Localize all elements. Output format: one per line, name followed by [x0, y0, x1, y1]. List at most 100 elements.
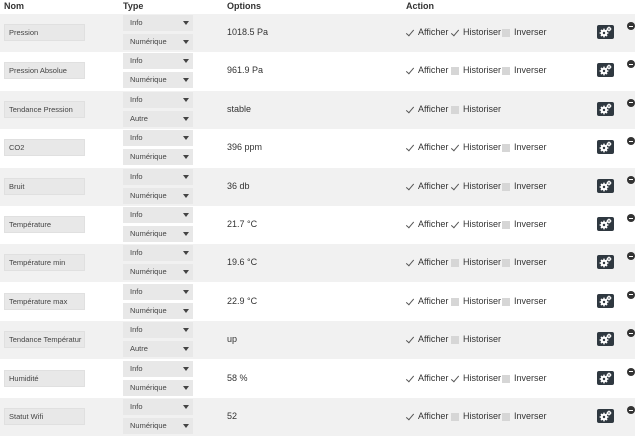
configure-button[interactable]	[597, 25, 614, 39]
configure-button[interactable]	[597, 409, 614, 423]
type-select[interactable]: Info	[123, 168, 193, 185]
subtype-select[interactable]: Numérique	[123, 187, 193, 204]
subtype-select-value: Numérique	[130, 229, 167, 238]
type-select[interactable]: Info	[123, 91, 193, 108]
table-row: Température Info Numérique 21.7 °C Afficher H…	[0, 206, 635, 244]
remove-button[interactable]	[627, 290, 635, 299]
type-select[interactable]: Info	[123, 130, 193, 147]
afficher-checkbox[interactable]	[406, 29, 414, 37]
historiser-checkbox[interactable]	[451, 29, 459, 37]
remove-button[interactable]	[627, 329, 635, 338]
subtype-select[interactable]: Numérique	[123, 226, 193, 242]
option-value: 58 %	[227, 372, 248, 383]
type-select-value: Info	[130, 210, 143, 219]
type-select[interactable]: Info	[123, 207, 193, 223]
command-name-input[interactable]: Tendance Températur	[4, 331, 85, 349]
chevron-down-icon	[183, 59, 189, 64]
command-name-input[interactable]: Pression Absolue	[4, 62, 85, 80]
remove-button[interactable]	[627, 367, 635, 376]
inverser-checkbox[interactable]	[502, 67, 510, 76]
afficher-checkbox[interactable]	[406, 221, 414, 229]
remove-button[interactable]	[627, 60, 635, 69]
configure-button[interactable]	[597, 63, 614, 78]
inverser-checkbox[interactable]	[502, 221, 510, 229]
inverser-checkbox[interactable]	[502, 182, 510, 191]
type-select[interactable]: Info	[123, 53, 193, 70]
command-name-input[interactable]: CO2	[4, 139, 85, 157]
table-row: Statut Wifi Info Numérique 52 Afficher Histor…	[0, 398, 635, 436]
type-select[interactable]: Info	[123, 245, 193, 262]
afficher-checkbox[interactable]	[406, 259, 414, 267]
type-select[interactable]: Info	[123, 360, 193, 377]
historiser-checkbox[interactable]	[451, 336, 459, 345]
historiser-checkbox[interactable]	[451, 297, 459, 306]
remove-button[interactable]	[627, 214, 635, 222]
remove-button[interactable]	[627, 137, 635, 146]
afficher-checkbox[interactable]	[406, 413, 414, 421]
option-value: 21.7 °C	[227, 219, 258, 229]
historiser-checkbox[interactable]	[451, 183, 459, 191]
inverser-checkbox[interactable]	[502, 29, 510, 37]
table-row: Température max Info Numérique 22.9 °C Affic…	[0, 282, 635, 321]
configure-button[interactable]	[597, 332, 614, 347]
afficher-checkbox[interactable]	[406, 298, 414, 306]
afficher-checkbox[interactable]	[406, 144, 414, 152]
command-name-input[interactable]: Tendance Pression	[4, 100, 85, 118]
remove-button[interactable]	[627, 98, 635, 107]
historiser-checkbox[interactable]	[451, 221, 459, 229]
subtype-select[interactable]: Numérique	[123, 302, 193, 319]
afficher-checkbox[interactable]	[406, 106, 414, 114]
remove-button[interactable]	[627, 252, 635, 261]
type-select[interactable]: Info	[123, 15, 193, 31]
configure-button[interactable]	[597, 140, 614, 155]
configure-button[interactable]	[597, 293, 614, 308]
historiser-checkbox[interactable]	[451, 375, 459, 383]
command-name-input[interactable]: Température	[4, 216, 85, 233]
subtype-select[interactable]: Numérique	[123, 72, 193, 89]
subtype-select[interactable]: Numérique	[123, 149, 193, 166]
historiser-checkbox[interactable]	[451, 144, 459, 152]
inverser-checkbox[interactable]	[502, 144, 510, 153]
type-select[interactable]: Info	[123, 322, 193, 339]
inverser-checkbox[interactable]	[502, 259, 510, 268]
configure-button[interactable]	[597, 370, 614, 385]
afficher-checkbox[interactable]	[406, 183, 414, 191]
inverser-checkbox[interactable]	[502, 297, 510, 306]
command-name-input[interactable]: Statut Wifi	[4, 408, 85, 425]
historiser-checkbox[interactable]	[451, 105, 459, 114]
afficher-checkbox[interactable]	[406, 375, 414, 383]
subtype-select[interactable]: Numérique	[123, 34, 193, 50]
command-name-input[interactable]: Bruit	[4, 177, 85, 195]
subtype-select[interactable]: Autre	[123, 110, 193, 127]
command-name-input[interactable]: Pression	[4, 24, 85, 41]
command-name-input[interactable]: Humidité	[4, 369, 85, 387]
configure-button[interactable]	[597, 255, 614, 270]
type-select[interactable]: Info	[123, 283, 193, 300]
historiser-checkbox[interactable]	[451, 259, 459, 268]
inverser-checkbox[interactable]	[502, 413, 510, 421]
type-select-value: Info	[130, 248, 143, 258]
configure-button[interactable]	[597, 217, 614, 231]
column-header-nom: Nom	[4, 1, 24, 11]
inverser-label: Inverser	[514, 27, 547, 37]
subtype-select[interactable]: Numérique	[123, 418, 193, 434]
subtype-select[interactable]: Autre	[123, 341, 193, 358]
inverser-checkbox[interactable]	[502, 374, 510, 383]
command-name-input[interactable]: Température min	[4, 254, 85, 272]
subtype-select[interactable]: Numérique	[123, 264, 193, 281]
configure-button[interactable]	[597, 101, 614, 116]
afficher-checkbox[interactable]	[406, 67, 414, 75]
subtype-select[interactable]: Numérique	[123, 379, 193, 396]
remove-button[interactable]	[627, 175, 635, 184]
historiser-checkbox[interactable]	[451, 67, 459, 76]
chevron-down-icon	[183, 78, 189, 83]
afficher-checkbox[interactable]	[406, 336, 414, 344]
table-row: Tendance Températur Info Autre up Afficher Hi…	[0, 321, 635, 360]
historiser-checkbox[interactable]	[451, 413, 459, 421]
remove-button[interactable]	[627, 406, 635, 414]
command-name-input[interactable]: Température max	[4, 292, 85, 310]
type-select-value: Info	[130, 286, 143, 296]
remove-button[interactable]	[627, 22, 635, 30]
configure-button[interactable]	[597, 178, 614, 193]
type-select[interactable]: Info	[123, 399, 193, 415]
